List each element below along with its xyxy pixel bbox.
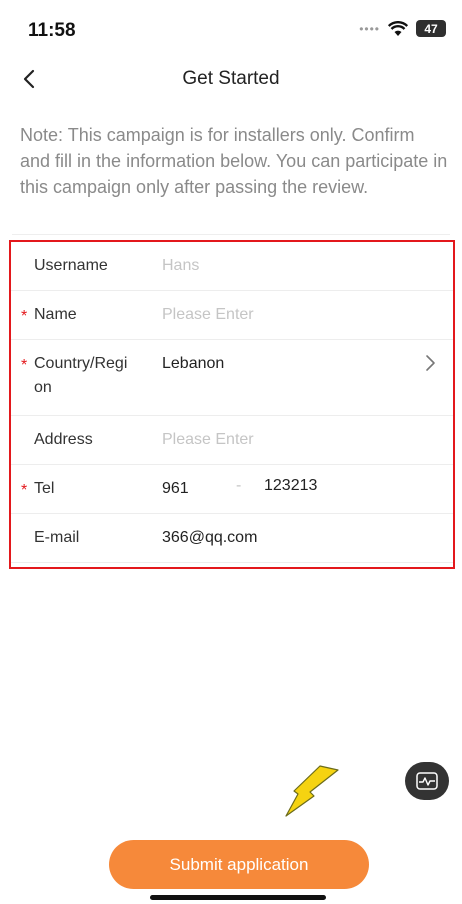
tel-row: * Tel 961 - 123213 [11,465,453,514]
application-form: Username Hans * Name * Country/Region Le… [9,240,455,569]
battery-indicator: 47 [416,20,446,37]
address-input[interactable] [162,428,412,452]
signal-icon: •••• [359,21,380,36]
address-label: Address [34,431,93,448]
status-indicators: •••• 47 [359,20,446,37]
status-time: 11:58 [28,20,76,41]
floating-monitor-button[interactable] [405,762,449,800]
home-indicator [150,895,326,900]
email-row: E-mail 366@qq.com [11,514,453,563]
page-title: Get Started [182,68,280,89]
address-row: Address [11,416,453,465]
name-row: * Name [11,291,453,340]
username-label: Username [34,257,108,274]
country-row[interactable]: * Country/Regi on Lebanon [11,340,453,416]
nav-bar: Get Started [0,56,462,100]
pulse-monitor-icon [416,772,438,790]
tel-label: Tel [34,480,55,497]
required-marker: * [21,482,28,499]
submit-application-button[interactable]: Submit application [109,840,369,889]
username-value: Hans [162,257,200,274]
tel-country-code[interactable]: 961 [162,477,189,501]
name-input[interactable] [162,303,412,327]
tel-number-input[interactable]: 123213 [264,477,317,495]
country-label: Country/Regi on [34,355,128,396]
name-label: Name [34,306,77,323]
required-marker: * [21,357,28,374]
email-input[interactable]: 366@qq.com [162,526,257,550]
status-bar: 11:58 •••• 47 [0,0,462,56]
chevron-right-icon [426,355,435,371]
country-value: Lebanon [162,355,225,372]
username-row: Username Hans [11,242,453,291]
required-marker: * [21,308,28,325]
email-label: E-mail [34,529,80,546]
pointer-arrow-icon [285,765,339,817]
wifi-icon [388,20,408,36]
campaign-note: Note: This campaign is for installers on… [20,125,448,197]
tel-separator: - [236,477,242,494]
divider [12,234,450,235]
